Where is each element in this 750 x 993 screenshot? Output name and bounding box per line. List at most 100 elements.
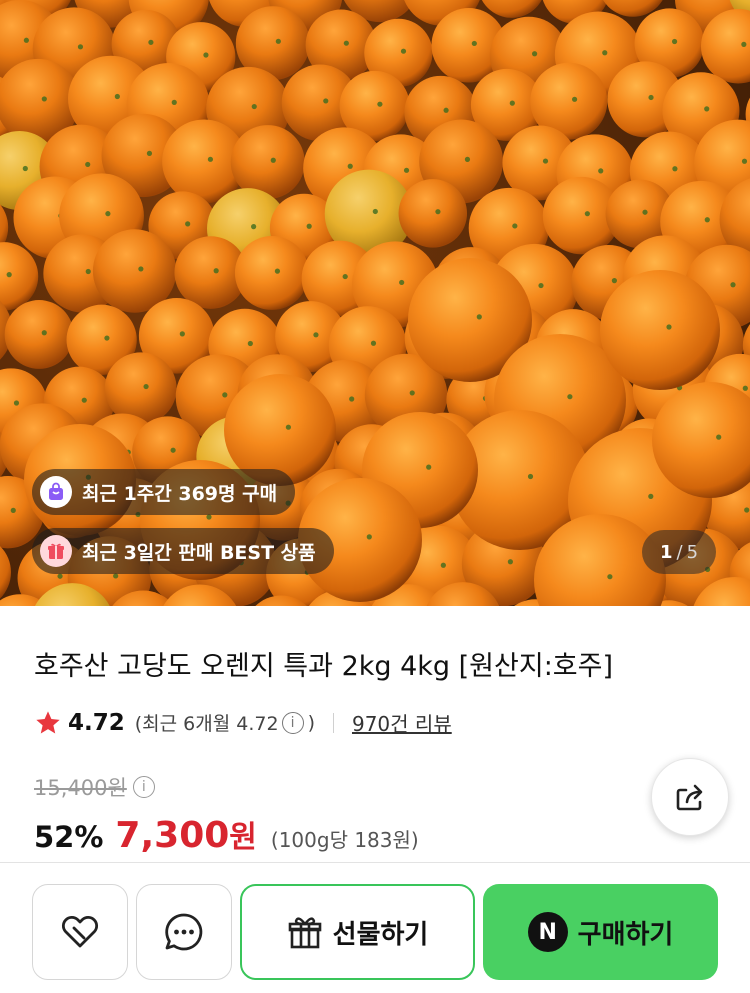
orange-stem bbox=[704, 106, 710, 112]
heart-icon bbox=[61, 915, 99, 948]
talk-chat-button[interactable] bbox=[136, 884, 232, 980]
orange-stem bbox=[443, 107, 449, 113]
orange-stem bbox=[403, 167, 410, 173]
gift-button[interactable]: 선물하기 bbox=[240, 884, 475, 980]
orange-stem bbox=[704, 217, 710, 223]
orange-fruit bbox=[234, 236, 309, 310]
rating-info-icon[interactable]: i bbox=[281, 711, 304, 734]
orange-stem bbox=[648, 94, 654, 101]
chat-bubble-icon bbox=[165, 913, 203, 951]
orange-stem bbox=[666, 324, 672, 330]
orange-stem bbox=[81, 397, 87, 403]
orange-stem bbox=[23, 37, 29, 43]
orange-stem bbox=[10, 507, 16, 513]
orange-stem bbox=[598, 168, 604, 174]
sale-price-currency: 원 bbox=[229, 820, 257, 855]
orange-stem bbox=[77, 44, 84, 50]
gift-box-icon bbox=[40, 535, 72, 567]
gift-button-label: 선물하기 bbox=[332, 919, 429, 950]
orange-stem bbox=[171, 99, 177, 105]
orange-stem bbox=[531, 51, 538, 57]
orange-stem bbox=[146, 150, 153, 156]
orange-fruit bbox=[600, 270, 720, 390]
shopping-bag-icon bbox=[40, 476, 72, 508]
orange-fruit bbox=[104, 352, 177, 425]
recent-purchases-text: 최근 1주간 369명 구매 bbox=[82, 482, 278, 505]
orange-stem bbox=[377, 101, 383, 107]
image-page-counter: 1 / 5 bbox=[642, 530, 716, 574]
orange-stem bbox=[366, 534, 372, 540]
orange-stem bbox=[512, 223, 518, 229]
unit-price: (100g당 183원) bbox=[270, 828, 419, 852]
orange-stem bbox=[730, 282, 736, 288]
orange-stem bbox=[538, 282, 544, 289]
rating-score: 4.72 bbox=[68, 709, 125, 736]
orange-stem bbox=[507, 559, 513, 565]
orange-stem bbox=[741, 41, 747, 47]
orange-stem bbox=[744, 507, 750, 513]
rating-divider bbox=[332, 712, 334, 733]
orange-stem bbox=[399, 279, 405, 286]
share-button[interactable] bbox=[651, 758, 729, 836]
orange-stem bbox=[207, 156, 214, 162]
discount-rate: 52% bbox=[34, 820, 104, 854]
orange-stem bbox=[611, 278, 617, 284]
orange-stem bbox=[247, 340, 253, 347]
orange-stem bbox=[349, 396, 355, 402]
orange-stem bbox=[114, 93, 120, 100]
orange-stem bbox=[409, 390, 415, 396]
orange-stem bbox=[285, 424, 291, 430]
orange-stem bbox=[143, 383, 149, 390]
orange-stem bbox=[476, 314, 482, 320]
orange-stem bbox=[85, 161, 91, 168]
orange-stem bbox=[179, 331, 185, 337]
product-photo-oranges bbox=[0, 0, 750, 606]
product-image-gallery[interactable]: 최근 1주간 369명 구매 최근 3일간 판매 BEST 상품 1 / 5 bbox=[0, 0, 750, 606]
orange-fruit bbox=[4, 300, 74, 369]
product-title: 호주산 고당도 오렌지 특과 2kg 4kg [원산지:호주] bbox=[34, 651, 614, 682]
bottom-bar-divider bbox=[0, 862, 750, 863]
orange-stem bbox=[342, 273, 348, 280]
orange-stem bbox=[607, 574, 613, 580]
orange-stem bbox=[602, 50, 608, 56]
orange-stem bbox=[104, 335, 110, 341]
orange-stem bbox=[567, 394, 573, 400]
orange-stem bbox=[642, 209, 648, 215]
sale-price: 7,300 bbox=[115, 815, 230, 856]
orange-stem bbox=[509, 100, 515, 106]
orange-stem bbox=[22, 165, 28, 172]
orange-fruit bbox=[92, 229, 177, 313]
counter-separator: / bbox=[676, 541, 683, 563]
orange-stem bbox=[648, 493, 654, 499]
orange-stem bbox=[672, 166, 678, 172]
wishlist-button[interactable] bbox=[32, 884, 128, 980]
orange-stem bbox=[270, 157, 276, 163]
orange-stem bbox=[347, 163, 353, 169]
orange-stem bbox=[471, 40, 477, 47]
recent-rating-text: (최근 6개월 4.72 bbox=[134, 713, 279, 735]
buy-button[interactable]: N 구매하기 bbox=[483, 884, 718, 980]
original-price-row: 15,400원 i bbox=[34, 772, 155, 802]
total-image-count: 5 bbox=[686, 541, 699, 563]
orange-stem bbox=[13, 400, 20, 406]
price-info-icon[interactable]: i bbox=[132, 776, 155, 798]
recent-purchases-badge: 최근 1주간 369명 구매 bbox=[32, 469, 296, 515]
orange-stem bbox=[6, 272, 12, 278]
orange-stem bbox=[435, 209, 441, 215]
orange-stem bbox=[426, 464, 432, 470]
orange-stem bbox=[400, 48, 407, 54]
orange-stem bbox=[41, 330, 47, 336]
review-count-link[interactable]: 970건 리뷰 bbox=[352, 708, 452, 737]
original-price: 15,400원 bbox=[34, 776, 127, 800]
orange-stem bbox=[571, 96, 578, 102]
orange-stem bbox=[222, 392, 228, 398]
current-image-index: 1 bbox=[659, 541, 673, 563]
orange-stem bbox=[275, 38, 281, 44]
orange-stem bbox=[203, 52, 209, 58]
orange-stem bbox=[251, 103, 257, 110]
orange-stem bbox=[671, 38, 678, 45]
orange-fruit bbox=[230, 125, 305, 200]
orange-stem bbox=[440, 562, 446, 568]
orange-stem bbox=[527, 473, 534, 480]
orange-stem bbox=[206, 514, 212, 520]
